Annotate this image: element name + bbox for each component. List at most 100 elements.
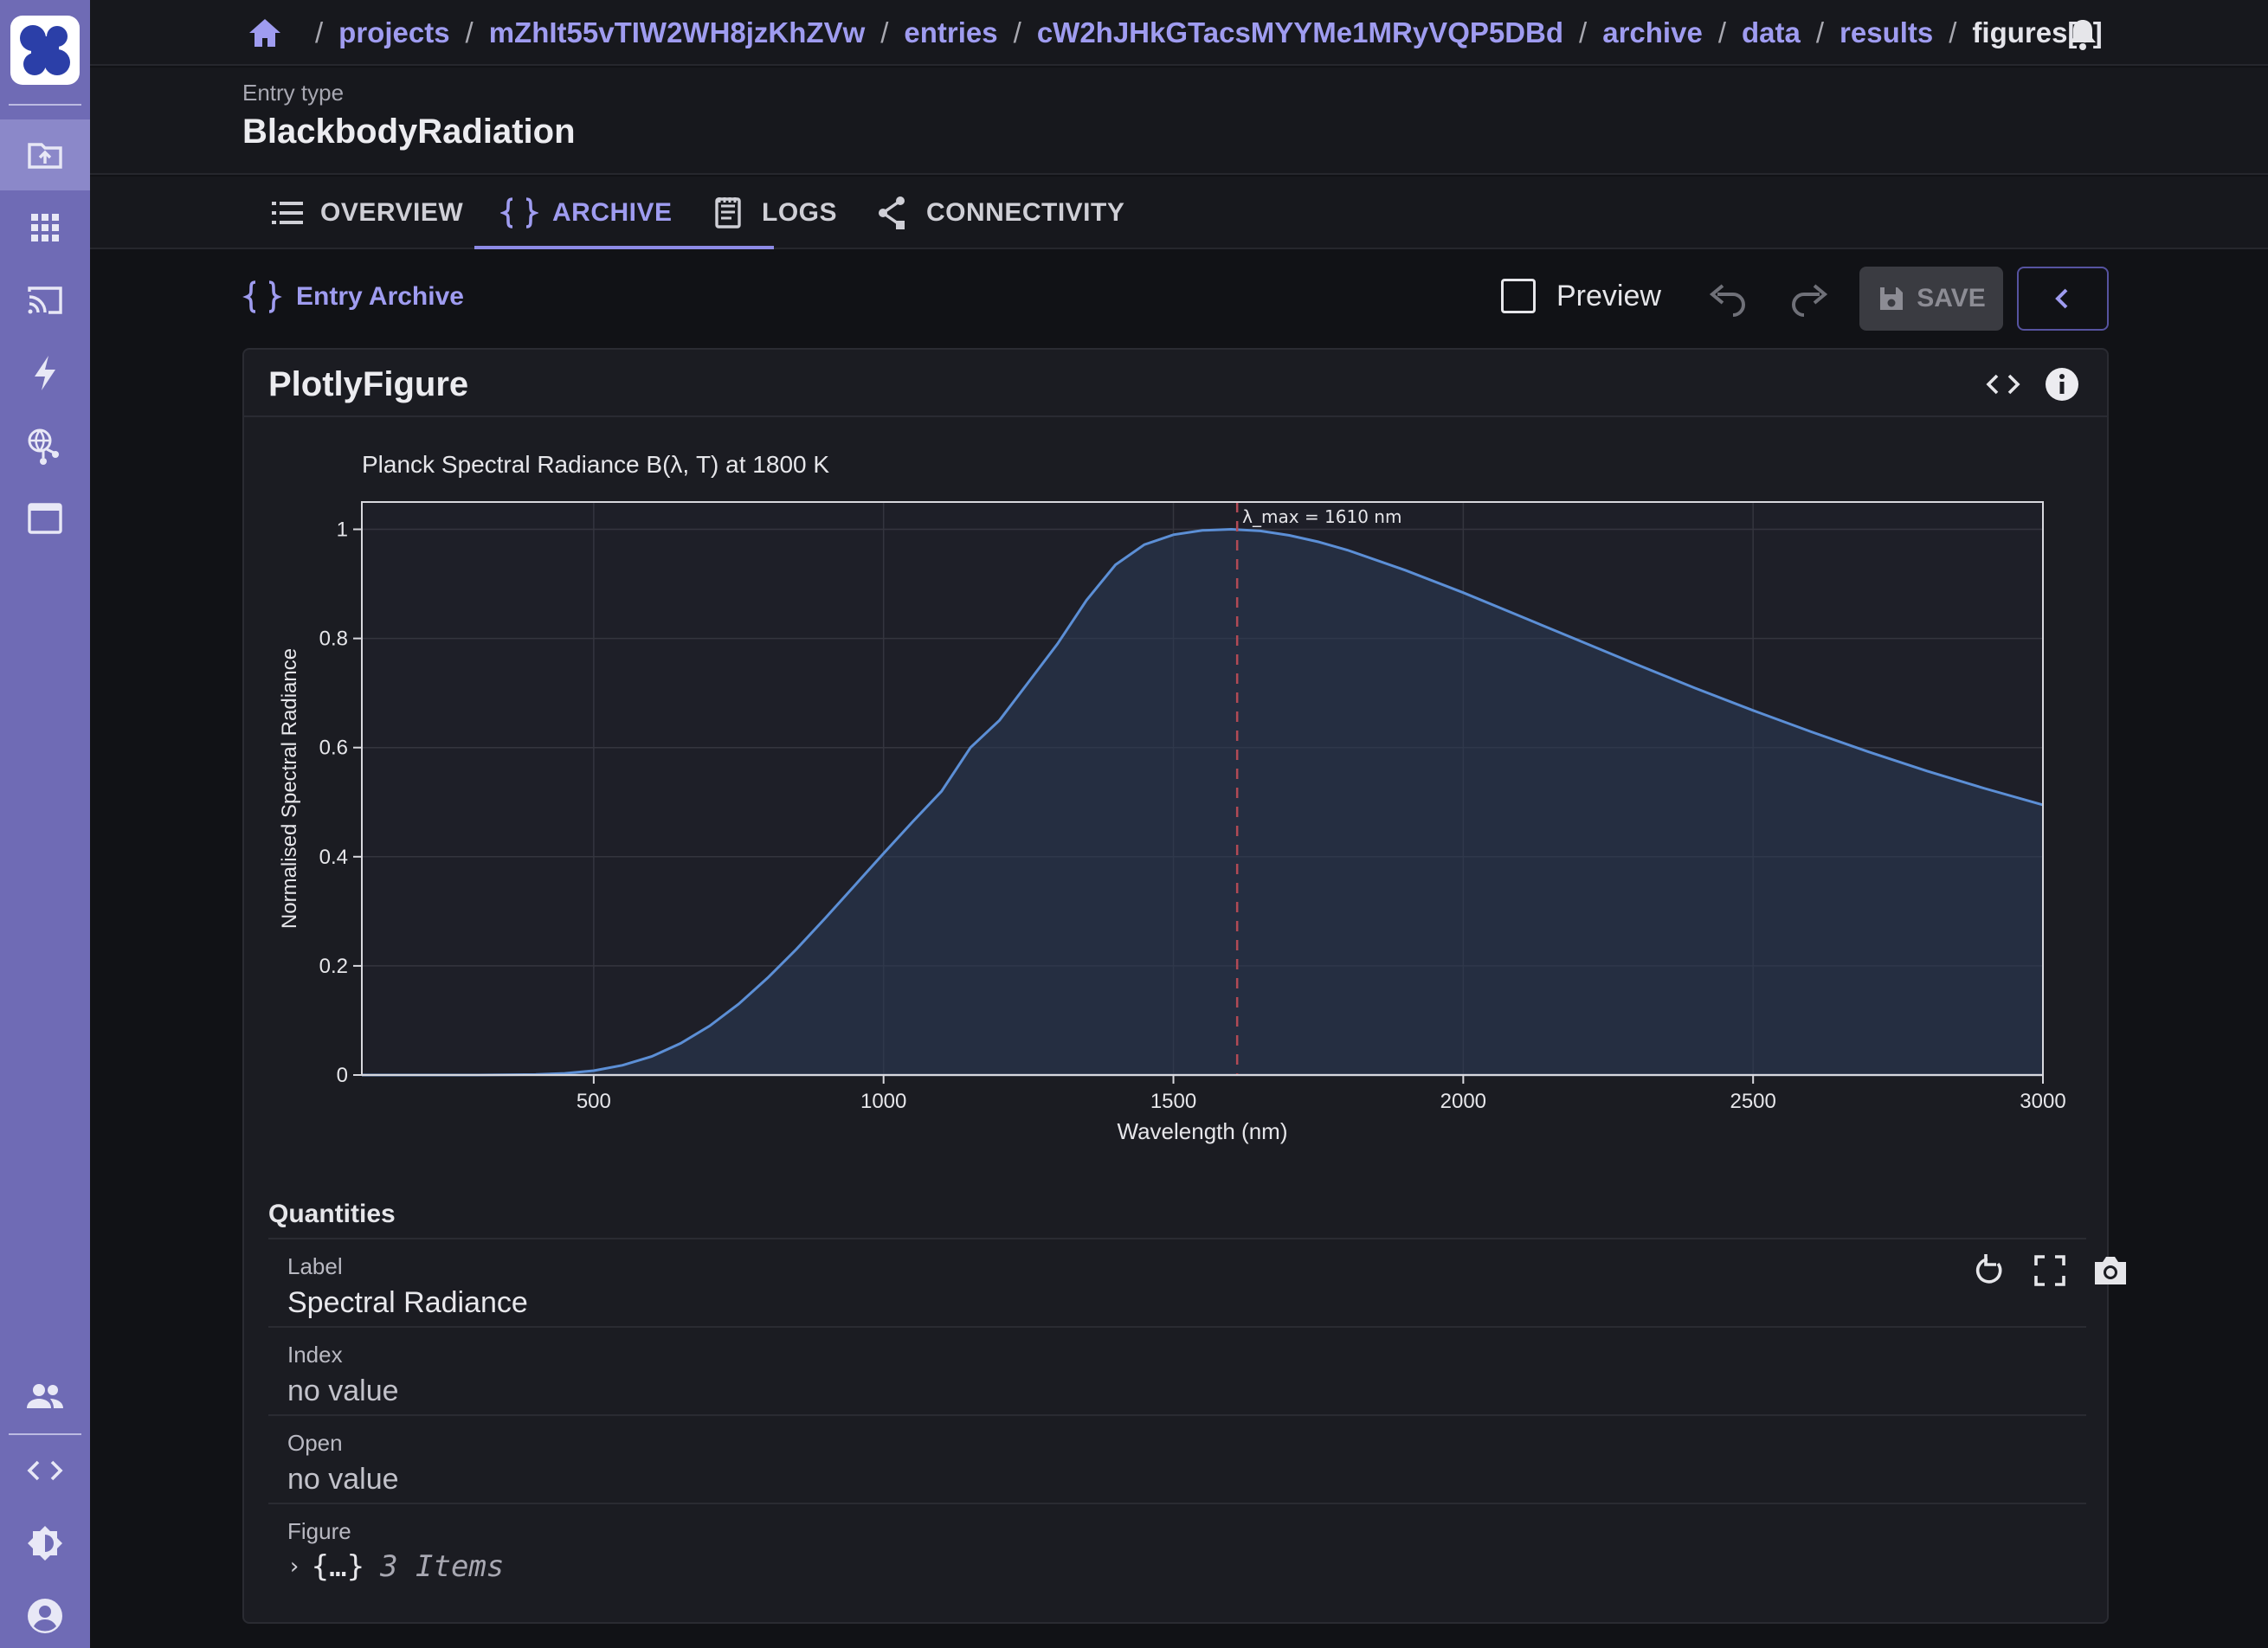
chevron-left-icon xyxy=(2055,288,2068,309)
rail-cast[interactable] xyxy=(0,265,90,336)
chevron-right-icon[interactable]: › xyxy=(287,1554,301,1580)
preview-toggle[interactable]: Preview xyxy=(1501,279,1661,313)
redo-icon[interactable] xyxy=(1787,277,1832,322)
collapse-panel-button[interactable] xyxy=(2017,267,2109,331)
save-button[interactable]: SAVE xyxy=(1859,267,2003,331)
lightning-icon xyxy=(35,356,55,390)
y-tick-label: 0.8 xyxy=(319,628,348,651)
entry-header: Entry type BlackbodyRadiation xyxy=(90,68,2268,175)
y-tick-label: 0.6 xyxy=(319,737,348,760)
rail-upload[interactable] xyxy=(0,119,90,190)
y-tick-label: 0.4 xyxy=(319,846,348,869)
x-axis-label: Wavelength (nm) xyxy=(1118,1118,1288,1144)
figure-item-count: 3 Items xyxy=(380,1549,505,1584)
grid-icon xyxy=(31,214,59,241)
rail-users[interactable] xyxy=(0,1361,90,1432)
y-tick-label: 1 xyxy=(337,518,348,542)
x-tick-label: 2500 xyxy=(1730,1090,1775,1113)
figure-object-value[interactable]: {…} xyxy=(312,1549,364,1584)
spectral-radiance-chart[interactable]: λ_max = 1610 nm 500 1000 1500 2000 2500 3000 0 0… xyxy=(244,419,2110,1310)
cast-icon xyxy=(28,286,62,314)
x-tick-label: 3000 xyxy=(2020,1090,2065,1113)
rail-divider xyxy=(9,104,81,106)
x-tick-label: 1500 xyxy=(1150,1090,1196,1113)
plotly-figure-card: PlotlyFigure λ_max = 1610 nm 500 1000 1500 2… xyxy=(242,348,2126,1624)
side-rail xyxy=(0,0,90,1648)
breadcrumb-entry-id[interactable]: cW2hJHkGTacsMYYMe1MRyVQP5DBd xyxy=(1037,16,1563,49)
globe-network-icon xyxy=(28,428,59,465)
quantity-index-value[interactable]: no value xyxy=(287,1374,399,1408)
brightness-icon xyxy=(28,1526,62,1561)
figure-tree-node[interactable]: › {…} 3 Items xyxy=(287,1549,504,1584)
rail-apps[interactable] xyxy=(0,192,90,263)
tab-overview[interactable]: OVERVIEW xyxy=(268,177,463,249)
rail-actions[interactable] xyxy=(0,338,90,409)
list-icon xyxy=(272,202,303,224)
braces-icon xyxy=(500,197,538,229)
account-icon xyxy=(28,1599,62,1633)
rail-account[interactable] xyxy=(0,1580,90,1648)
active-tab-indicator xyxy=(474,246,774,249)
card-header: PlotlyFigure xyxy=(244,350,2107,417)
breadcrumb-archive[interactable]: archive xyxy=(1602,16,1703,49)
lambda-max-annotation: λ_max = 1610 nm xyxy=(1242,506,1401,527)
quantities-heading: Quantities xyxy=(268,1200,396,1228)
quantity-index-label: Index xyxy=(287,1342,343,1368)
rail-network[interactable] xyxy=(0,410,90,481)
entry-type-value: BlackbodyRadiation xyxy=(242,113,576,151)
x-tick-label: 500 xyxy=(577,1090,611,1113)
rail-api[interactable] xyxy=(0,1435,90,1506)
entry-archive-title: Entry Archive xyxy=(242,277,464,317)
tab-connectivity[interactable]: CONNECTIVITY xyxy=(874,177,1124,249)
tab-archive-label: ARCHIVE xyxy=(552,198,673,227)
quantity-label-value[interactable]: Spectral Radiance xyxy=(287,1286,528,1320)
breadcrumb-project-id[interactable]: mZhIt55vTIW2WH8jzKhZVw xyxy=(489,16,866,49)
home-icon[interactable] xyxy=(246,14,284,52)
tab-archive[interactable]: ARCHIVE xyxy=(500,177,673,249)
app-logo-icon[interactable] xyxy=(10,16,80,85)
preview-checkbox[interactable] xyxy=(1501,279,1536,313)
x-tick-label: 1000 xyxy=(860,1090,906,1113)
breadcrumb-entries[interactable]: entries xyxy=(904,16,997,49)
breadcrumb: / projects / mZhIt55vTIW2WH8jzKhZVw / en… xyxy=(246,0,2103,66)
breadcrumb-data[interactable]: data xyxy=(1742,16,1801,49)
fullscreen-icon[interactable] xyxy=(2031,1252,2069,1290)
quantity-open-value[interactable]: no value xyxy=(287,1463,399,1497)
notification-bell-icon[interactable] xyxy=(2064,15,2102,53)
tab-connectivity-label: CONNECTIVITY xyxy=(926,198,1125,227)
camera-icon[interactable] xyxy=(2091,1252,2129,1290)
x-tick-label: 2000 xyxy=(1440,1090,1486,1113)
rail-window[interactable] xyxy=(0,483,90,554)
code-icon[interactable] xyxy=(1984,365,2022,403)
save-label: SAVE xyxy=(1917,284,1986,312)
y-tick-label: 0 xyxy=(337,1064,348,1087)
browser-window-icon xyxy=(28,503,62,534)
breadcrumb-projects[interactable]: projects xyxy=(338,16,449,49)
tab-logs-label: LOGS xyxy=(762,198,838,227)
share-icon xyxy=(879,196,905,229)
users-icon xyxy=(27,1384,63,1408)
quantity-label-label: Label xyxy=(287,1253,343,1279)
top-bar: / projects / mZhIt55vTIW2WH8jzKhZVw / en… xyxy=(90,0,2268,66)
tab-logs[interactable]: LOGS xyxy=(710,177,837,249)
code-brackets-icon xyxy=(27,1460,63,1481)
floppy-disk-icon xyxy=(1880,287,1904,310)
preview-label: Preview xyxy=(1556,279,1661,312)
entry-archive-label: Entry Archive xyxy=(296,282,464,311)
info-icon[interactable] xyxy=(2043,365,2081,403)
y-tick-label: 0.2 xyxy=(319,955,348,978)
reset-axes-icon[interactable] xyxy=(1970,1252,2008,1290)
entry-tabs: OVERVIEW ARCHIVE LOGS CONNECTIVITY xyxy=(90,177,2268,249)
card-title: PlotlyFigure xyxy=(268,365,469,403)
chart-title: Planck Spectral Radiance B(λ, T) at 1800… xyxy=(362,451,829,478)
tab-overview-label: OVERVIEW xyxy=(320,198,464,227)
main-content: Entry Archive Preview SAVE PlotlyFigure … xyxy=(90,251,2268,1648)
braces-icon xyxy=(242,280,282,313)
rail-theme[interactable] xyxy=(0,1508,90,1579)
logs-icon xyxy=(715,197,741,229)
breadcrumb-results[interactable]: results xyxy=(1840,16,1933,49)
y-axis-label: Normalised Spectral Radiance xyxy=(278,648,301,929)
upload-folder-icon xyxy=(28,143,62,169)
undo-icon[interactable] xyxy=(1705,277,1750,322)
quantity-open-label: Open xyxy=(287,1430,343,1456)
